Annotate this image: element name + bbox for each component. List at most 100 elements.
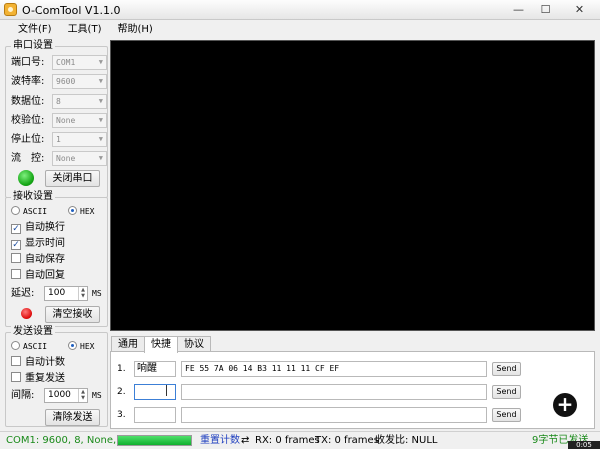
quick-name-input[interactable] bbox=[134, 407, 176, 423]
reset-count-link[interactable]: 重置计数 bbox=[200, 432, 240, 449]
port-value: COM1 bbox=[56, 58, 76, 67]
send-ascii-radio[interactable]: ASCII bbox=[11, 339, 47, 355]
checkbox-empty-icon bbox=[11, 372, 21, 382]
radio-icon bbox=[11, 206, 20, 215]
clear-receive-button[interactable]: 清空接收 bbox=[45, 306, 100, 323]
tx-count: TX: 0 frames bbox=[315, 435, 379, 446]
menu-tools[interactable]: 工具(T) bbox=[60, 20, 110, 39]
delay-unit: MS bbox=[92, 289, 102, 298]
auto-newline-checkbox[interactable]: ✓ 自动换行 bbox=[11, 220, 65, 236]
title-bar: O-ComTool V1.1.0 — ☐ ✕ bbox=[0, 0, 600, 20]
stop-bits-value: 1 bbox=[56, 135, 61, 144]
tab-quick[interactable]: 快捷 bbox=[144, 336, 178, 353]
receive-settings-title: 接收设置 bbox=[11, 191, 55, 203]
interval-value: 1000 bbox=[48, 390, 71, 400]
close-window-button[interactable]: ✕ bbox=[559, 0, 600, 20]
clear-send-button[interactable]: 清除发送 bbox=[45, 409, 100, 426]
checkmark-icon: ✓ bbox=[11, 240, 21, 250]
chevron-down-icon: ▼ bbox=[98, 97, 103, 105]
quick-data-input[interactable] bbox=[181, 407, 487, 423]
quick-name-input[interactable] bbox=[134, 384, 176, 400]
status-bar: COM1: 9600, 8, None, 1 重置计数 ⇄ RX: 0 fram… bbox=[0, 431, 600, 449]
menu-file[interactable]: 文件(F) bbox=[10, 20, 60, 39]
send-settings-title: 发送设置 bbox=[11, 326, 55, 338]
receive-ascii-label: ASCII bbox=[23, 207, 48, 216]
receive-hex-radio[interactable]: HEX bbox=[68, 204, 94, 220]
quick-row-number: 2. bbox=[117, 387, 126, 397]
interval-label: 间隔: bbox=[11, 390, 35, 401]
data-bits-value: 8 bbox=[56, 97, 61, 106]
chevron-down-icon: ▼ bbox=[98, 135, 103, 143]
send-hex-label: HEX bbox=[80, 342, 95, 351]
receive-display[interactable] bbox=[110, 40, 595, 331]
quick-data-input[interactable]: FE 55 7A 06 14 B3 11 11 11 CF EF bbox=[181, 361, 487, 377]
data-bits-select[interactable]: 8 ▼ bbox=[52, 94, 107, 109]
maximize-button[interactable]: ☐ bbox=[532, 0, 559, 20]
interval-input[interactable]: 1000 ▲ ▼ bbox=[44, 388, 88, 403]
auto-save-label: 自动保存 bbox=[25, 254, 65, 265]
quick-name-input[interactable]: 响醒 bbox=[134, 361, 176, 377]
tab-general[interactable]: 通用 bbox=[111, 336, 145, 352]
auto-reply-label: 自动回复 bbox=[25, 270, 65, 281]
minimize-button[interactable]: — bbox=[505, 0, 532, 20]
parity-select[interactable]: None ▼ bbox=[52, 113, 107, 128]
stop-bits-select[interactable]: 1 ▼ bbox=[52, 132, 107, 147]
interval-unit: MS bbox=[92, 391, 102, 400]
radio-selected-icon bbox=[68, 341, 77, 350]
auto-reply-checkbox[interactable]: 自动回复 bbox=[11, 268, 65, 284]
port-status-led-icon bbox=[18, 170, 34, 186]
time-overlay: 0:05 bbox=[568, 441, 600, 449]
port-select[interactable]: COM1 ▼ bbox=[52, 55, 107, 70]
window-title: O-ComTool V1.1.0 bbox=[22, 4, 121, 17]
repeat-send-label: 重复发送 bbox=[25, 373, 65, 384]
checkbox-empty-icon bbox=[11, 356, 21, 366]
stop-bits-label: 停止位: bbox=[11, 134, 45, 145]
parity-label: 校验位: bbox=[11, 115, 45, 126]
text-cursor-icon bbox=[166, 385, 168, 396]
auto-count-label: 自动计数 bbox=[25, 357, 65, 368]
chevron-down-icon: ▼ bbox=[98, 58, 103, 66]
ratio-value: 收发比: NULL bbox=[375, 435, 438, 446]
receive-status-led-icon bbox=[21, 308, 32, 319]
send-hex-radio[interactable]: HEX bbox=[68, 339, 94, 355]
progress-fill bbox=[118, 436, 191, 445]
auto-newline-label: 自动换行 bbox=[25, 222, 65, 233]
rx-count: RX: 0 frames bbox=[255, 435, 320, 446]
data-bits-label: 数据位: bbox=[11, 96, 45, 107]
show-time-checkbox[interactable]: ✓ 显示时间 bbox=[11, 236, 65, 252]
spin-arrows-icon[interactable]: ▲ ▼ bbox=[78, 287, 87, 300]
send-progress-bar bbox=[117, 435, 192, 446]
delay-value: 100 bbox=[48, 288, 66, 298]
radio-selected-icon bbox=[68, 206, 77, 215]
add-icon[interactable]: + bbox=[553, 393, 577, 417]
quick-send-button[interactable]: Send bbox=[492, 408, 521, 422]
receive-hex-label: HEX bbox=[80, 207, 95, 216]
quick-row-number: 1. bbox=[117, 364, 126, 374]
checkmark-icon: ✓ bbox=[11, 224, 21, 234]
spin-arrows-icon[interactable]: ▲ ▼ bbox=[78, 389, 87, 402]
checkbox-empty-icon bbox=[11, 269, 21, 279]
checkbox-empty-icon bbox=[11, 253, 21, 263]
menu-bar: 文件(F) 工具(T) 帮助(H) bbox=[0, 20, 600, 39]
quick-send-button[interactable]: Send bbox=[492, 385, 521, 399]
delay-input[interactable]: 100 ▲ ▼ bbox=[44, 286, 88, 301]
quick-send-button[interactable]: Send bbox=[492, 362, 521, 376]
quick-send-panel: 1. 响醒 FE 55 7A 06 14 B3 11 11 11 CF EF S… bbox=[110, 351, 595, 429]
parity-value: None bbox=[56, 116, 76, 125]
send-tabs: 通用 快捷 协议 bbox=[111, 336, 211, 353]
baud-select[interactable]: 9600 ▼ bbox=[52, 74, 107, 89]
menu-help[interactable]: 帮助(H) bbox=[109, 20, 160, 39]
port-info: COM1: 9600, 8, None, 1 bbox=[6, 435, 126, 446]
chevron-down-icon: ▼ bbox=[98, 77, 103, 85]
refresh-icon[interactable]: ⇄ bbox=[241, 432, 249, 449]
quick-data-input[interactable] bbox=[181, 384, 487, 400]
close-port-button[interactable]: 关闭串口 bbox=[45, 170, 100, 187]
show-time-label: 显示时间 bbox=[25, 238, 65, 249]
receive-ascii-radio[interactable]: ASCII bbox=[11, 204, 47, 220]
auto-save-checkbox[interactable]: 自动保存 bbox=[11, 252, 65, 268]
baud-value: 9600 bbox=[56, 77, 76, 86]
repeat-send-checkbox[interactable]: 重复发送 bbox=[11, 371, 65, 387]
flow-control-select[interactable]: None ▼ bbox=[52, 151, 107, 166]
tab-protocol[interactable]: 协议 bbox=[177, 336, 211, 352]
auto-count-checkbox[interactable]: 自动计数 bbox=[11, 355, 65, 371]
